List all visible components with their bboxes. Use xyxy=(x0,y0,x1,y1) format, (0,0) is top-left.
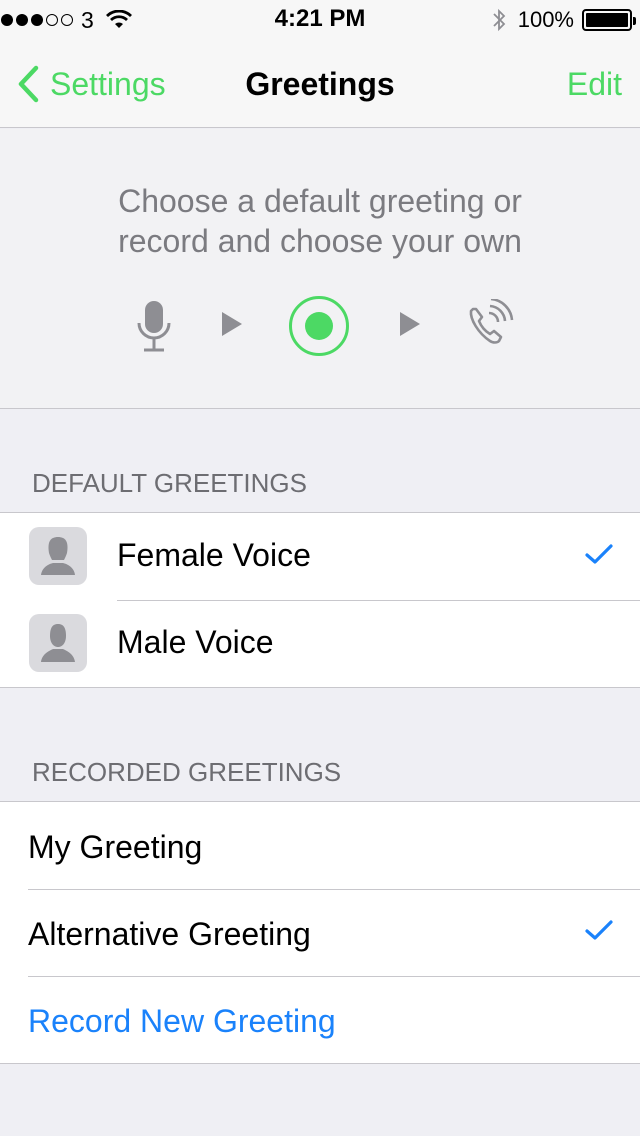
male-avatar-icon xyxy=(29,614,87,672)
record-button[interactable] xyxy=(289,296,349,356)
microphone-icon xyxy=(137,301,171,352)
page-title: Greetings xyxy=(245,66,395,102)
record-icon xyxy=(305,312,333,340)
bluetooth-icon xyxy=(493,8,505,32)
checkmark-icon xyxy=(585,544,613,564)
instructions-line-2: record and choose your own xyxy=(118,223,522,259)
default-greetings-header: DEFAULT GREETINGS xyxy=(32,468,307,498)
record-new-greeting-button[interactable]: Record New Greeting xyxy=(0,976,640,1063)
status-bar: 3 4:21 PM 100% xyxy=(0,0,640,40)
greeting-option-label: Male Voice xyxy=(117,624,274,660)
greeting-option-female-voice[interactable]: Female Voice xyxy=(0,513,640,600)
female-avatar-icon xyxy=(29,527,87,585)
battery-percentage: 100% xyxy=(517,7,574,32)
play-arrow-icon xyxy=(400,312,420,336)
play-arrow-icon xyxy=(222,312,242,336)
recorded-greetings-list: My Greeting Alternative Greeting Record … xyxy=(0,801,640,1064)
recorded-greetings-header: RECORDED GREETINGS xyxy=(32,757,342,787)
default-greetings-list: Female Voice Male Voice xyxy=(0,512,640,688)
greeting-option-male-voice[interactable]: Male Voice xyxy=(0,600,640,687)
greeting-flow-diagram xyxy=(0,296,640,359)
edit-button[interactable]: Edit xyxy=(567,66,622,103)
greeting-option-label: Female Voice xyxy=(117,537,311,573)
instructions-line-1: Choose a default greeting or xyxy=(118,183,522,219)
navigation-bar: Settings Greetings Edit xyxy=(0,40,640,128)
battery-icon xyxy=(582,9,636,31)
record-new-greeting-label: Record New Greeting xyxy=(28,1003,336,1039)
greeting-option-label: My Greeting xyxy=(28,829,203,865)
instructions-text: Choose a default greeting or record and … xyxy=(0,181,640,261)
greeting-instructions-panel: Choose a default greeting or record and … xyxy=(0,129,640,409)
phone-ringing-icon xyxy=(469,299,514,344)
checkmark-icon xyxy=(585,920,613,940)
greeting-option-my-greeting[interactable]: My Greeting xyxy=(0,802,640,889)
status-right: 100% xyxy=(492,6,636,34)
greeting-option-alternative-greeting[interactable]: Alternative Greeting xyxy=(0,889,640,976)
greeting-option-label: Alternative Greeting xyxy=(28,916,311,952)
